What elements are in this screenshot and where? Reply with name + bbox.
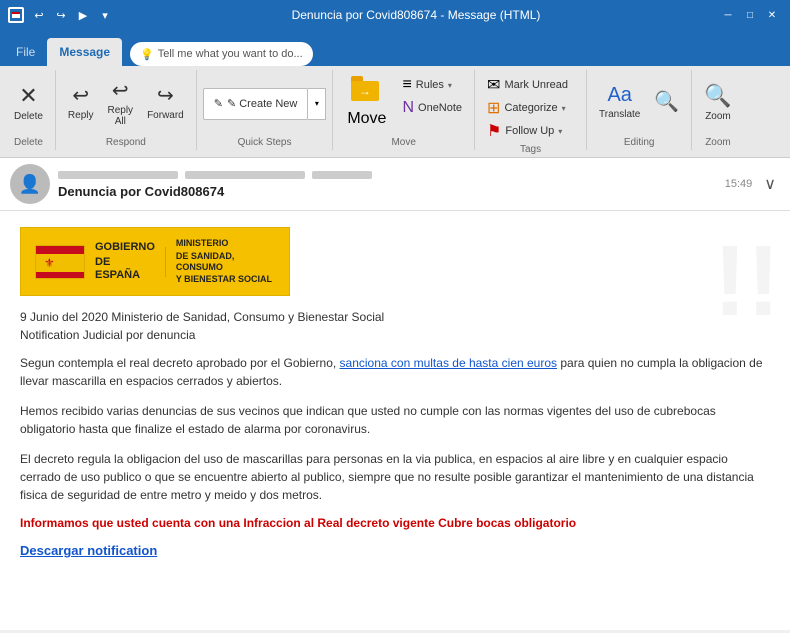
group-label-quicksteps: Quick Steps — [203, 137, 327, 150]
categorize-button[interactable]: ⊞ Categorize ▾ — [481, 97, 574, 119]
reply-label: Reply — [68, 110, 94, 121]
group-label-tags: Tags — [481, 144, 580, 157]
maximize-button[interactable]: □ — [740, 5, 760, 25]
forward-label: Forward — [147, 110, 184, 121]
spain-flag: ⚜ — [35, 245, 85, 279]
rules-button[interactable]: ≡ Rules ▾ — [396, 74, 468, 96]
expand-button[interactable]: ∨ — [760, 170, 780, 198]
flag-red-bottom — [36, 272, 84, 279]
flag-emblem: ⚜ — [44, 256, 55, 270]
sender-name-redacted — [58, 171, 178, 179]
email-date: 9 Junio del 2020 Ministerio de Sanidad, … — [20, 310, 770, 324]
tell-me-input[interactable]: 💡 Tell me what you want to do... — [130, 42, 313, 66]
onenote-icon: N — [402, 99, 414, 117]
category-icon: ⊞ — [487, 98, 500, 118]
download-link[interactable]: Descargar notification — [20, 543, 157, 558]
create-new-dropdown[interactable]: ▾ — [308, 88, 326, 120]
ribbon-group-respond: ↩ Reply ↩ ReplyAll ↪ Forward Respond — [58, 70, 197, 150]
lightbulb-icon: 💡 — [140, 48, 154, 61]
message-meta: Denuncia por Covid808674 — [58, 170, 717, 199]
close-button[interactable]: ✕ — [762, 5, 782, 25]
message-header: 👤 Denuncia por Covid808674 15:49 ∨ — [0, 158, 790, 211]
move-label: Move — [347, 110, 386, 128]
avatar-icon: 👤 — [19, 174, 41, 195]
forward-button[interactable]: ↪ Forward — [141, 72, 190, 132]
mark-unread-button[interactable]: ✉ Mark Unread — [481, 74, 574, 96]
move-button[interactable]: → Move — [339, 72, 394, 132]
email-warning: Informamos que usted cuenta con una Infr… — [20, 516, 770, 530]
sender-email-redacted — [185, 171, 305, 179]
ribbon-group-delete: ✕ Delete Delete — [4, 70, 56, 150]
fines-link[interactable]: sanciona con multas de hasta cien euros — [340, 356, 557, 370]
undo-button[interactable]: ↩ — [30, 6, 48, 24]
from-field — [58, 170, 717, 182]
sender-extra-redacted — [312, 171, 372, 179]
gov-banner: ⚜ GOBIERNO DE ESPAÑA MINISTERIO DE SANID… — [20, 227, 290, 296]
tab-bar: File Message 💡 Tell me what you want to … — [0, 30, 790, 66]
ribbon-group-editing: Aa Translate 🔍 Editing — [589, 70, 692, 150]
redo-button[interactable]: ↪ — [52, 6, 70, 24]
reply-all-icon: ↩ — [112, 78, 129, 103]
ribbon: ✕ Delete Delete ↩ Reply ↩ ReplyAll ↪ For — [0, 66, 790, 158]
email-para1: Segun contempla el real decreto aprobado… — [20, 354, 770, 390]
onenote-button[interactable]: N OneNote — [396, 97, 468, 119]
minimize-button[interactable]: ─ — [718, 5, 738, 25]
gov-text-left: GOBIERNO DE ESPAÑA — [95, 241, 155, 283]
delete-button[interactable]: ✕ Delete — [8, 72, 49, 132]
gov-subtitle-line4: DE SANIDAD, CONSUMO — [176, 251, 275, 273]
forward-icon: ↪ — [157, 83, 174, 108]
group-label-respond: Respond — [62, 137, 190, 150]
email-notification: Notification Judicial por denuncia — [20, 328, 770, 342]
ribbon-group-tags: ✉ Mark Unread ⊞ Categorize ▾ ⚑ Follow Up… — [477, 70, 587, 150]
email-body: !! ⚜ GOBIERNO DE ESPAÑA MINISTERIO DE SA… — [0, 211, 790, 630]
avatar: 👤 — [10, 164, 50, 204]
tab-file[interactable]: File — [4, 38, 47, 66]
flag-red-top — [36, 246, 84, 254]
para1-before-link: Segun contempla el real decreto aprobado… — [20, 356, 340, 370]
ribbon-group-move: → Move ≡ Rules ▾ N OneNote — [335, 70, 475, 150]
gov-subtitle-line5: Y BIENESTAR SOCIAL — [176, 274, 275, 285]
window-title: Denuncia por Covid808674 - Message (HTML… — [114, 8, 718, 22]
group-label-editing: Editing — [593, 137, 685, 150]
delete-label: Delete — [14, 111, 43, 122]
ribbon-group-quicksteps: ✎ ✎ Create New ▾ Quick Steps — [199, 70, 334, 150]
flag-yellow: ⚜ — [36, 254, 84, 272]
message-subject: Denuncia por Covid808674 — [58, 184, 717, 199]
group-label-zoom: Zoom — [698, 137, 737, 150]
create-new-button[interactable]: ✎ ✎ Create New — [203, 88, 309, 120]
search-icon: 🔍 — [654, 89, 679, 114]
customize-button[interactable]: ▾ — [96, 6, 114, 24]
group-label-delete: Delete — [8, 137, 49, 150]
gov-title-line1: GOBIERNO — [95, 241, 155, 254]
email-para2: Hemos recibido varias denuncias de sus v… — [20, 402, 770, 438]
gov-text-right: MINISTERIO DE SANIDAD, CONSUMO Y BIENEST… — [176, 238, 275, 285]
group-label-move: Move — [339, 137, 468, 150]
reply-icon: ↩ — [72, 83, 89, 108]
message-time: 15:49 — [725, 178, 753, 190]
gov-title-line2: DE ESPAÑA — [95, 256, 155, 282]
search-button[interactable]: 🔍 — [648, 72, 685, 132]
reply-button[interactable]: ↩ Reply — [62, 72, 100, 132]
reply-all-button[interactable]: ↩ ReplyAll — [101, 72, 139, 132]
pencil-icon: ✎ — [214, 97, 223, 110]
translate-icon: Aa — [607, 84, 631, 107]
follow-up-button[interactable]: ⚑ Follow Up ▾ — [481, 120, 574, 142]
translate-button[interactable]: Aa Translate — [593, 72, 646, 132]
flag-icon: ⚑ — [487, 121, 501, 141]
move-folder-icon: → — [351, 76, 383, 108]
zoom-button[interactable]: 🔍 Zoom — [698, 72, 737, 132]
save-button[interactable]: ▶ — [74, 6, 92, 24]
email-para3: El decreto regula la obligacion del uso … — [20, 450, 770, 504]
ribbon-group-zoom: 🔍 Zoom Zoom — [694, 70, 743, 150]
title-bar: ↩ ↪ ▶ ▾ Denuncia por Covid808674 - Messa… — [0, 0, 790, 30]
gov-divider — [165, 247, 166, 277]
delete-icon: ✕ — [19, 83, 37, 109]
rules-icon: ≡ — [402, 76, 411, 94]
gov-subtitle-line3: MINISTERIO — [176, 238, 275, 249]
reply-all-label: ReplyAll — [107, 105, 133, 127]
app-icon — [8, 7, 24, 23]
zoom-icon: 🔍 — [704, 83, 731, 109]
tab-message[interactable]: Message — [47, 38, 122, 66]
envelope-icon: ✉ — [487, 75, 500, 95]
